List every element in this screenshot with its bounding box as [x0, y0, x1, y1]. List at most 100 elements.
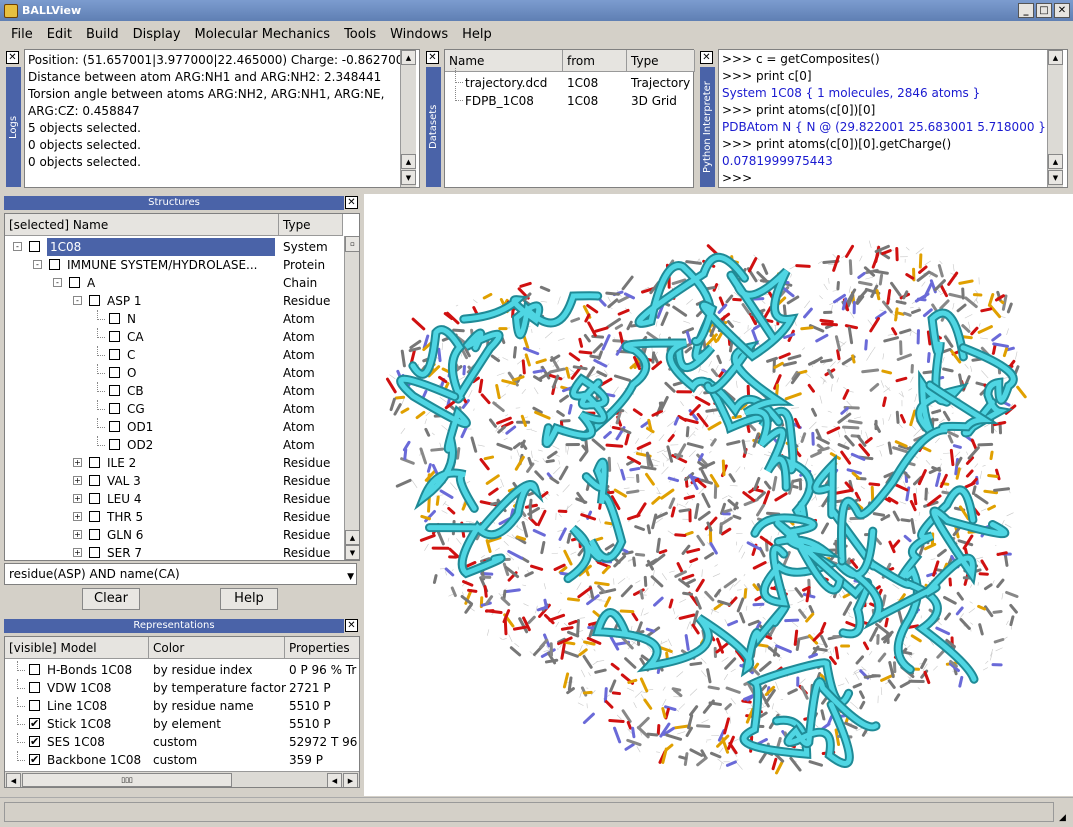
expand-icon[interactable]: + [73, 512, 82, 521]
menu-edit[interactable]: Edit [47, 27, 72, 42]
select-checkbox[interactable] [109, 367, 120, 378]
menu-file[interactable]: File [11, 27, 33, 42]
clear-button[interactable]: Clear [82, 588, 140, 610]
column-header-visible-model[interactable]: [visible] Model [5, 637, 149, 659]
representations-hscrollbar[interactable]: ◀ ▯▯▯ ◀ ▶ [5, 771, 359, 787]
select-checkbox[interactable] [89, 511, 100, 522]
select-checkbox[interactable] [89, 295, 100, 306]
scroll-thumb[interactable]: ▫ [345, 236, 359, 252]
expand-icon[interactable]: + [73, 548, 82, 557]
tree-row[interactable]: OD1 Atom [5, 418, 343, 436]
select-checkbox[interactable] [109, 385, 120, 396]
select-checkbox[interactable] [109, 439, 120, 450]
tree-row[interactable]: C Atom [5, 346, 343, 364]
tree-row[interactable]: + LEU 4 Residue [5, 490, 343, 508]
select-checkbox[interactable] [89, 493, 100, 504]
select-checkbox[interactable] [89, 457, 100, 468]
select-checkbox[interactable] [29, 241, 40, 252]
menu-build[interactable]: Build [86, 27, 119, 42]
logs-scrollbar[interactable]: ▲ ▲ ▼ [400, 50, 416, 187]
collapse-icon[interactable]: - [73, 296, 82, 305]
scroll-up-icon[interactable]: ▲ [1048, 50, 1063, 65]
scroll-up-icon[interactable]: ▲ [345, 530, 359, 545]
scroll-left-icon[interactable]: ◀ [327, 773, 342, 787]
scroll-up-icon[interactable]: ▲ [401, 50, 416, 65]
select-checkbox[interactable] [69, 277, 80, 288]
tree-row[interactable]: + SER 7 Residue [5, 544, 343, 560]
select-checkbox[interactable] [109, 421, 120, 432]
menu-display[interactable]: Display [133, 27, 181, 42]
column-header-color[interactable]: Color [149, 637, 285, 659]
visible-checkbox[interactable] [29, 700, 40, 711]
python-scrollbar[interactable]: ▲ ▲ ▼ [1047, 50, 1063, 187]
collapse-icon[interactable]: - [33, 260, 42, 269]
visible-checkbox[interactable] [29, 733, 40, 751]
scroll-down-icon[interactable]: ▼ [345, 545, 359, 560]
selection-query-input[interactable]: residue(ASP) AND name(CA) ▼ [4, 563, 357, 585]
resize-grip-icon[interactable]: ◢ [1059, 813, 1071, 825]
tree-row[interactable]: + GLN 6 Residue [5, 526, 343, 544]
select-checkbox[interactable] [49, 259, 60, 270]
expand-icon[interactable]: + [73, 458, 82, 467]
collapse-icon[interactable]: - [53, 278, 62, 287]
visible-checkbox[interactable] [29, 751, 40, 769]
expand-icon[interactable]: + [73, 476, 82, 485]
representation-row[interactable]: H-Bonds 1C08 by residue index 0 P 96 % Tr [5, 661, 359, 679]
menu-tools[interactable]: Tools [344, 27, 376, 42]
maximize-button[interactable]: □ [1036, 3, 1052, 18]
select-checkbox[interactable] [109, 349, 120, 360]
expand-icon[interactable]: + [73, 530, 82, 539]
tree-row[interactable]: + THR 5 Residue [5, 508, 343, 526]
column-header-type[interactable]: Type [627, 50, 695, 72]
python-tab[interactable]: Python Interpreter [700, 67, 715, 187]
tree-row[interactable]: O Atom [5, 364, 343, 382]
datasets-close-icon[interactable]: ✕ [426, 51, 439, 64]
collapse-icon[interactable]: - [13, 242, 22, 251]
tree-row[interactable]: + ILE 2 Residue [5, 454, 343, 472]
scroll-left-icon[interactable]: ◀ [6, 773, 21, 787]
tree-row[interactable]: OD2 Atom [5, 436, 343, 454]
dataset-row[interactable]: trajectory.dcd 1C08 Trajectory [445, 68, 695, 92]
tree-row[interactable]: CB Atom [5, 382, 343, 400]
minimize-button[interactable]: _ [1018, 3, 1034, 18]
representation-row[interactable]: Stick 1C08 by element 5510 P [5, 715, 359, 733]
column-header-type[interactable]: Type [279, 214, 343, 236]
scroll-up-icon[interactable]: ▲ [1048, 154, 1063, 169]
datasets-tab[interactable]: Datasets [426, 67, 441, 187]
scroll-down-icon[interactable]: ▼ [1048, 170, 1063, 185]
representation-row[interactable]: VDW 1C08 by temperature factor 2721 P [5, 679, 359, 697]
expand-icon[interactable]: + [73, 494, 82, 503]
dataset-row[interactable]: FDPB_1C08 1C08 3D Grid [445, 86, 695, 110]
help-button[interactable]: Help [220, 588, 278, 610]
scroll-down-icon[interactable]: ▼ [401, 170, 416, 185]
menu-windows[interactable]: Windows [390, 27, 448, 42]
tree-row[interactable]: + VAL 3 Residue [5, 472, 343, 490]
select-checkbox[interactable] [89, 529, 100, 540]
close-window-button[interactable]: ✕ [1054, 3, 1070, 18]
menu-help[interactable]: Help [462, 27, 492, 42]
structures-scrollbar[interactable]: ▫ ▲ ▼ [344, 236, 359, 560]
tree-row[interactable]: - IMMUNE SYSTEM/HYDROLASE... Protein [5, 256, 343, 274]
tree-row[interactable]: - A Chain [5, 274, 343, 292]
logs-close-icon[interactable]: ✕ [6, 51, 19, 64]
python-console[interactable]: >>> c = getComposites() >>> print c[0] Sys… [718, 49, 1068, 188]
tree-row[interactable]: N Atom [5, 310, 343, 328]
representation-row[interactable]: SES 1C08 custom 52972 T 96 [5, 733, 359, 751]
select-checkbox[interactable] [109, 403, 120, 414]
menu-molecular-mechanics[interactable]: Molecular Mechanics [195, 27, 331, 42]
representation-row[interactable]: Line 1C08 by residue name 5510 P [5, 697, 359, 715]
python-close-icon[interactable]: ✕ [700, 51, 713, 64]
select-checkbox[interactable] [109, 313, 120, 324]
structures-close-icon[interactable]: ✕ [345, 196, 358, 209]
select-checkbox[interactable] [109, 331, 120, 342]
select-checkbox[interactable] [89, 475, 100, 486]
column-header-properties[interactable]: Properties [285, 637, 359, 659]
visible-checkbox[interactable] [29, 715, 40, 733]
scroll-up-icon[interactable]: ▲ [401, 154, 416, 169]
molecule-3d-viewer[interactable] [364, 194, 1073, 796]
dropdown-arrow-icon[interactable]: ▼ [347, 567, 354, 587]
select-checkbox[interactable] [89, 547, 100, 558]
representations-close-icon[interactable]: ✕ [345, 619, 358, 632]
visible-checkbox[interactable] [29, 682, 40, 693]
logs-tab[interactable]: Logs [6, 67, 21, 187]
